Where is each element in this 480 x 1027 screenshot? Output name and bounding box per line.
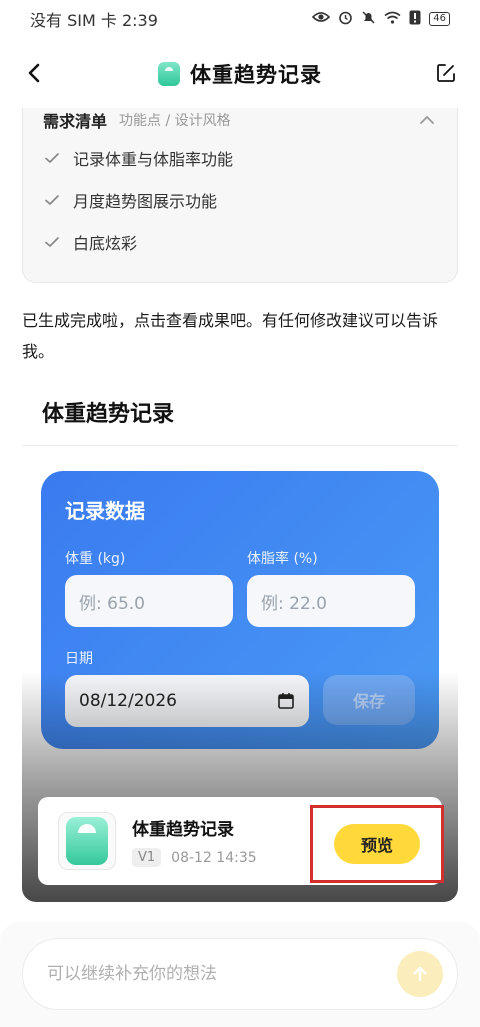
arrow-up-icon <box>413 966 427 982</box>
check-icon <box>43 191 61 209</box>
calendar-icon[interactable] <box>277 692 295 710</box>
requirements-title: 需求清单 <box>43 112 108 131</box>
record-card-title: 记录数据 <box>65 499 145 523</box>
app-icon <box>158 62 180 86</box>
mute-bell-icon <box>361 10 376 29</box>
version-badge: V1 <box>132 848 162 867</box>
app-timestamp: 08-12 14:35 <box>171 849 257 866</box>
wifi-icon <box>384 11 401 28</box>
save-button[interactable]: 保存 <box>323 675 415 725</box>
weight-label: 体重 (kg) <box>65 551 126 567</box>
requirement-item: 月度趋势图展示功能 <box>43 179 437 221</box>
chat-input[interactable] <box>47 964 397 984</box>
edit-button[interactable] <box>430 57 462 89</box>
header-title-group: 体重趋势记录 <box>158 59 322 89</box>
date-input[interactable]: 08/12/2026 <box>65 675 309 727</box>
section-title: 体重趋势记录 <box>42 402 175 427</box>
page-title: 体重趋势记录 <box>190 63 322 87</box>
check-icon <box>43 233 61 251</box>
requirement-item: 记录体重与体脂率功能 <box>43 137 437 179</box>
alarm-icon <box>338 10 353 29</box>
chevron-up-icon[interactable] <box>417 110 437 130</box>
requirements-viewport: 需求清单 功能点 / 设计风格 记录体重与体脂率功能 月度趋势图展示功能 白底炫… <box>0 108 480 288</box>
status-bar: 没有 SIM 卡 2:39 46 <box>0 0 480 38</box>
edit-icon <box>437 64 455 82</box>
record-data-card: 记录数据 体重 (kg) 例: 65.0 体脂率 (%) 例: 22.0 日期 … <box>41 471 439 749</box>
back-button[interactable] <box>18 57 50 89</box>
requirement-label: 记录体重与体脂率功能 <box>73 150 234 169</box>
input-panel <box>0 922 480 1027</box>
status-icons: 46 <box>312 10 450 29</box>
status-carrier-time: 没有 SIM 卡 2:39 <box>30 11 158 30</box>
date-label: 日期 <box>65 651 93 667</box>
requirements-header[interactable]: 需求清单 功能点 / 设计风格 <box>43 108 437 137</box>
date-value: 08/12/2026 <box>79 691 177 711</box>
weight-input[interactable]: 例: 65.0 <box>65 575 233 627</box>
bodyfat-input[interactable]: 例: 22.0 <box>247 575 415 627</box>
requirement-label: 月度趋势图展示功能 <box>73 192 218 211</box>
chat-input-bar <box>22 938 458 1010</box>
page-header: 体重趋势记录 <box>0 40 480 108</box>
scale-icon <box>66 817 108 865</box>
requirement-label: 白底炫彩 <box>73 234 138 253</box>
assistant-message: 已生成完成啦，点击查看成果吧。有任何修改建议可以告诉我。 <box>22 311 439 361</box>
app-result-card[interactable]: 体重趋势记录 V1 08-12 14:35 预览 <box>38 797 444 885</box>
preview-button[interactable]: 预览 <box>334 824 420 864</box>
requirements-card: 需求清单 功能点 / 设计风格 记录体重与体脂率功能 月度趋势图展示功能 白底炫… <box>22 108 458 283</box>
check-icon <box>43 149 61 167</box>
requirements-subtitle: 功能点 / 设计风格 <box>119 113 231 129</box>
chevron-left-icon <box>28 63 40 83</box>
app-icon <box>58 812 116 870</box>
battery-indicator: 46 <box>429 12 450 26</box>
preview-highlight-box: 预览 <box>310 805 444 883</box>
requirement-item: 白底炫彩 <box>43 221 437 263</box>
alert-icon <box>409 10 421 29</box>
send-button[interactable] <box>397 951 443 997</box>
bodyfat-label: 体脂率 (%) <box>247 551 318 567</box>
eye-icon <box>312 11 331 27</box>
